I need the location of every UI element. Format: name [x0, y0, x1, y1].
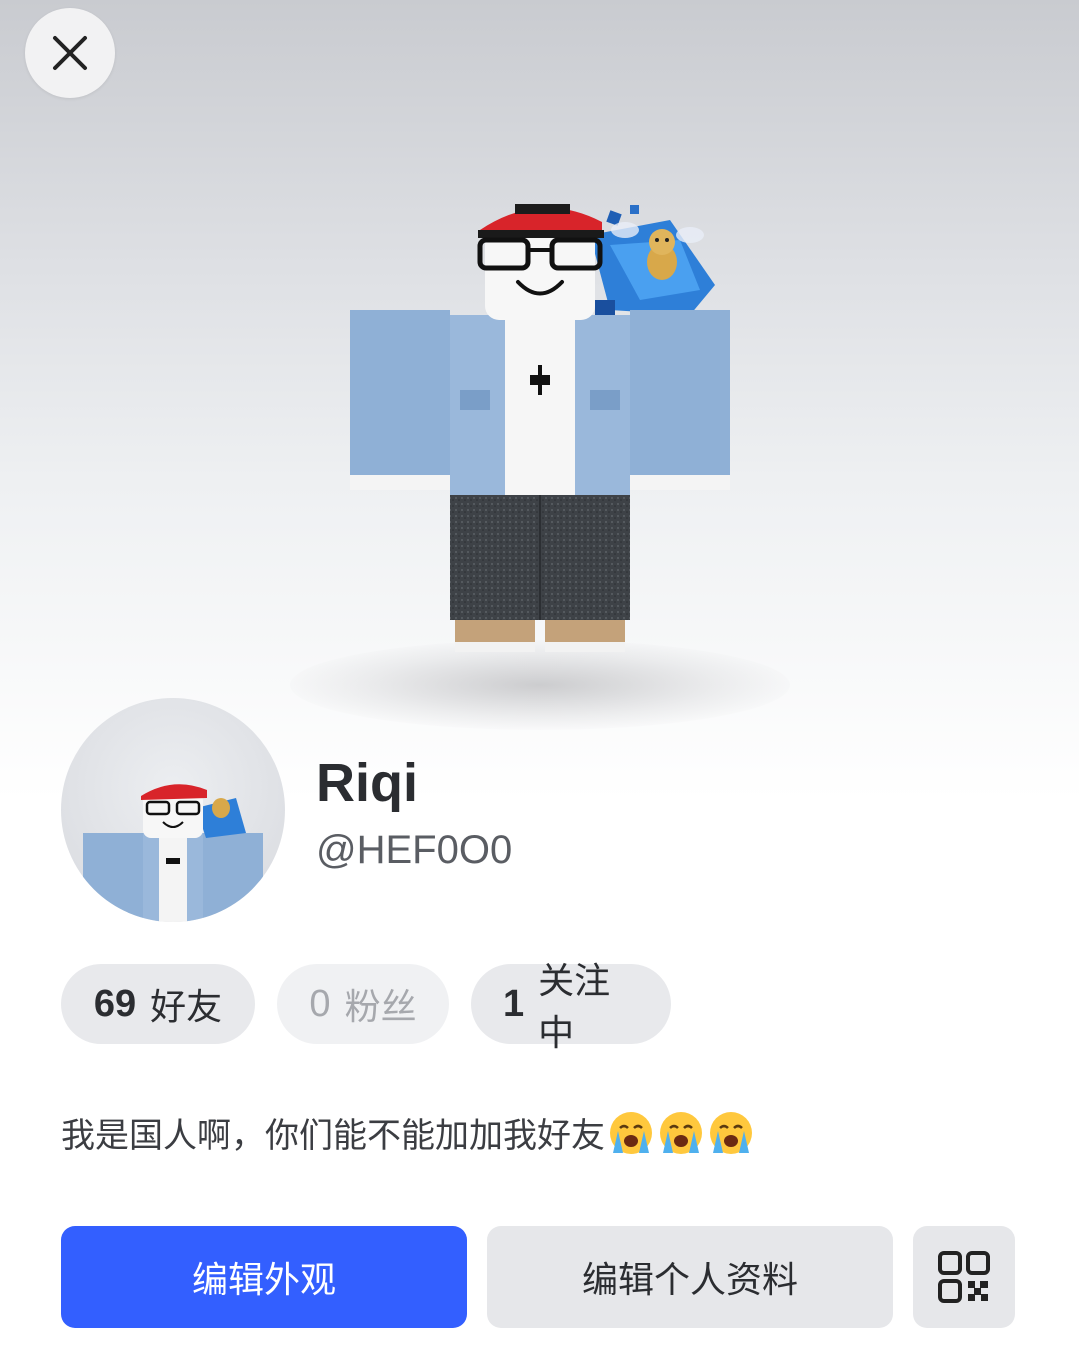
avatar-showcase [0, 0, 1079, 800]
edit-avatar-button[interactable]: 编辑外观 [61, 1226, 467, 1328]
followers-count-button[interactable]: 0 粉丝 [277, 964, 449, 1044]
profile-bio: 我是国人啊，你们能不能加加我好友 [61, 1108, 755, 1157]
followers-label: 粉丝 [344, 987, 417, 1028]
qr-code-icon [938, 1251, 990, 1303]
friends-label: 好友 [150, 987, 223, 1028]
username: @HEF0O0 [316, 828, 513, 872]
loudly-crying-face-icon [660, 1111, 702, 1154]
stats-row: 69 好友 0 粉丝 1 关注中 [61, 961, 671, 1054]
following-label: 关注中 [538, 961, 611, 1054]
following-count: 1 [503, 982, 525, 1025]
bio-text: 我是国人啊，你们能不能加加我好友 [61, 1116, 605, 1156]
qr-code-button[interactable] [913, 1226, 1015, 1328]
close-button[interactable] [25, 8, 115, 98]
loudly-crying-face-icon [610, 1111, 652, 1154]
followers-count: 0 [309, 982, 331, 1025]
avatar-3d-render [350, 204, 730, 652]
action-buttons: 编辑外观 编辑个人资料 [61, 1226, 1015, 1328]
close-icon [53, 36, 87, 70]
display-name: Riqi [316, 753, 418, 813]
friends-count-button[interactable]: 69 好友 [61, 964, 255, 1044]
loudly-crying-face-icon [710, 1111, 752, 1154]
friends-count: 69 [93, 982, 137, 1025]
edit-profile-button[interactable]: 编辑个人资料 [487, 1226, 893, 1328]
following-count-button[interactable]: 1 关注中 [471, 961, 671, 1054]
avatar-headshot[interactable] [61, 698, 285, 922]
avatar-thumbnail [83, 784, 263, 922]
